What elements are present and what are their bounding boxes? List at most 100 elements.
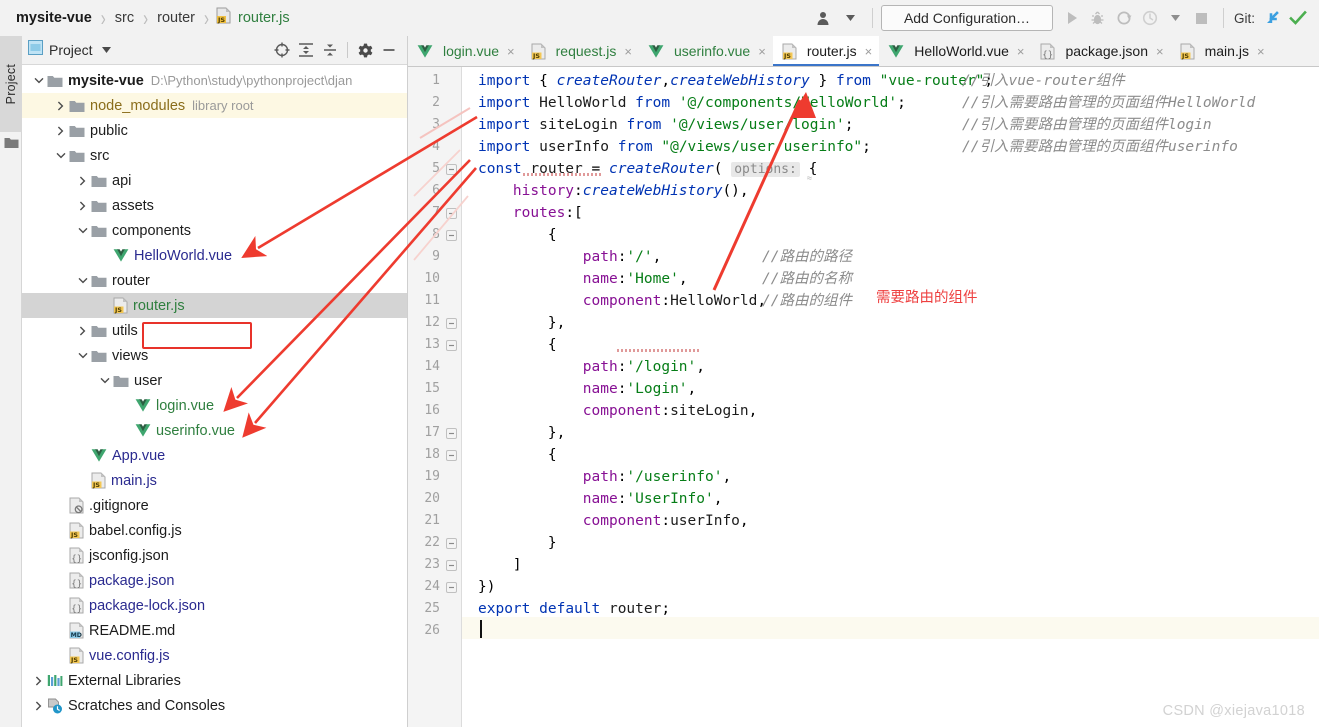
chevron-down-icon[interactable] bbox=[1163, 5, 1189, 31]
code-fold-toggle[interactable] bbox=[446, 450, 457, 461]
locate-target-icon[interactable] bbox=[270, 38, 294, 62]
breadcrumb-file[interactable]: router.js bbox=[236, 10, 292, 26]
code-fold-toggle[interactable] bbox=[446, 340, 457, 351]
close-icon[interactable]: × bbox=[1257, 44, 1265, 59]
run-with-coverage-icon[interactable] bbox=[1111, 5, 1137, 31]
debug-icon[interactable] bbox=[1085, 5, 1111, 31]
editor-tab-login-vue[interactable]: login.vue × bbox=[408, 36, 522, 66]
editor-code-area[interactable]: import { createRouter,createWebHistory }… bbox=[462, 67, 1319, 727]
chevron-right-icon[interactable] bbox=[76, 324, 89, 337]
editor-tab-userinfo-vue[interactable]: userinfo.vue × bbox=[639, 36, 773, 66]
tree-item-helloworld-vue[interactable]: HelloWorld.vue bbox=[22, 243, 407, 268]
user-profile-icon[interactable] bbox=[812, 5, 838, 31]
chevron-down-icon[interactable] bbox=[76, 274, 89, 287]
editor-gutter[interactable]: 1 2 3 4 5 6 7 8 9 10 11 12 13 14 15 16 17 18 19 20 21 22 23 24 2… bbox=[408, 67, 462, 727]
tree-item-login-vue[interactable]: login.vue bbox=[22, 393, 407, 418]
tree-item-public[interactable]: public bbox=[22, 118, 407, 143]
js-file-icon: JS bbox=[1180, 43, 1195, 60]
tree-item-external-libraries[interactable]: External Libraries bbox=[22, 668, 407, 693]
expand-all-icon[interactable] bbox=[294, 38, 318, 62]
editor-tab-request-js[interactable]: JS request.js × bbox=[522, 36, 639, 66]
chevron-right-icon[interactable] bbox=[32, 674, 45, 687]
tree-item-package-json[interactable]: {} package.json bbox=[22, 568, 407, 593]
profile-icon[interactable] bbox=[1137, 5, 1163, 31]
tree-item-router[interactable]: router bbox=[22, 268, 407, 293]
tree-item-babel-config-js[interactable]: JS babel.config.js bbox=[22, 518, 407, 543]
close-icon[interactable]: × bbox=[624, 44, 632, 59]
tree-item-user[interactable]: user bbox=[22, 368, 407, 393]
breadcrumb-project[interactable]: mysite-vue bbox=[14, 10, 94, 26]
tree-item-label: assets bbox=[112, 197, 154, 214]
line-number: 4 bbox=[432, 139, 440, 154]
editor-tab-router-js[interactable]: JS router.js × bbox=[772, 36, 880, 66]
chevron-right-icon[interactable] bbox=[76, 199, 89, 212]
tree-item-app-vue[interactable]: App.vue bbox=[22, 443, 407, 468]
tree-item-readme-md[interactable]: MD README.md bbox=[22, 618, 407, 643]
close-icon[interactable]: × bbox=[758, 44, 766, 59]
close-icon[interactable]: × bbox=[1156, 44, 1164, 59]
tree-item-mysite-vue[interactable]: mysite-vue D:\Python\study\pythonproject\… bbox=[22, 68, 407, 93]
hide-minus-icon[interactable] bbox=[377, 38, 401, 62]
tool-window-button-project[interactable]: Project bbox=[0, 36, 22, 132]
editor-tab-main-js[interactable]: JS main.js × bbox=[1171, 36, 1272, 66]
tree-item-src[interactable]: src bbox=[22, 143, 407, 168]
tree-item-package-lock-json[interactable]: {} package-lock.json bbox=[22, 593, 407, 618]
close-icon[interactable]: × bbox=[865, 44, 873, 59]
chevron-down-icon[interactable] bbox=[98, 374, 111, 387]
code-fold-toggle[interactable] bbox=[446, 164, 457, 175]
tree-item-main-js[interactable]: JS main.js bbox=[22, 468, 407, 493]
tree-item-scratches-and-consoles[interactable]: Scratches and Consoles bbox=[22, 693, 407, 718]
tree-item-utils[interactable]: utils bbox=[22, 318, 407, 343]
git-update-project-icon[interactable] bbox=[1259, 5, 1285, 31]
tree-item-label: main.js bbox=[111, 472, 157, 489]
git-commit-icon[interactable] bbox=[1285, 5, 1311, 31]
line-number: 6 bbox=[432, 183, 440, 198]
line-number: 22 bbox=[424, 535, 440, 550]
chevron-right-icon[interactable] bbox=[76, 174, 89, 187]
svg-text:{}: {} bbox=[1043, 50, 1054, 59]
tree-item-views[interactable]: views bbox=[22, 343, 407, 368]
code-fold-toggle[interactable] bbox=[446, 208, 457, 219]
tree-item--gitignore[interactable]: .gitignore bbox=[22, 493, 407, 518]
run-icon[interactable] bbox=[1059, 5, 1085, 31]
code-fold-toggle[interactable] bbox=[446, 230, 457, 241]
chevron-down-icon[interactable] bbox=[76, 224, 89, 237]
editor-tab-package-json[interactable]: {} package.json × bbox=[1031, 36, 1170, 66]
breadcrumb-item-router[interactable]: router bbox=[155, 10, 197, 26]
tree-item-userinfo-vue[interactable]: userinfo.vue bbox=[22, 418, 407, 443]
close-icon[interactable]: × bbox=[507, 44, 515, 59]
close-icon[interactable]: × bbox=[1017, 44, 1025, 59]
code-fold-toggle[interactable] bbox=[446, 582, 457, 593]
tree-item-api[interactable]: api bbox=[22, 168, 407, 193]
collapse-all-icon[interactable] bbox=[318, 38, 342, 62]
tree-item-vue-config-js[interactable]: JS vue.config.js bbox=[22, 643, 407, 668]
tree-item-label: babel.config.js bbox=[89, 522, 182, 539]
code-fold-toggle[interactable] bbox=[446, 538, 457, 549]
chevron-down-icon[interactable] bbox=[76, 349, 89, 362]
editor-tab-label: login.vue bbox=[443, 43, 500, 59]
tree-item-jsconfig-json[interactable]: {} jsconfig.json bbox=[22, 543, 407, 568]
chevron-down-icon[interactable] bbox=[32, 74, 45, 87]
tree-item-components[interactable]: components bbox=[22, 218, 407, 243]
add-configuration-button[interactable]: Add Configuration… bbox=[880, 5, 1053, 31]
breadcrumb-item-src[interactable]: src bbox=[113, 10, 136, 26]
stop-icon[interactable] bbox=[1189, 5, 1215, 31]
code-fold-toggle[interactable] bbox=[446, 428, 457, 439]
chevron-right-icon[interactable] bbox=[32, 699, 45, 712]
code-editor[interactable]: 1 2 3 4 5 6 7 8 9 10 11 12 13 14 15 16 17 18 19 20 21 22 23 24 2… bbox=[408, 67, 1319, 727]
editor-tab-helloworld-vue[interactable]: HelloWorld.vue × bbox=[879, 36, 1031, 66]
chevron-down-icon[interactable] bbox=[101, 45, 111, 55]
chevron-down-icon[interactable] bbox=[838, 5, 864, 31]
code-line: path:'/userinfo', bbox=[582, 469, 732, 485]
tree-item-router-js[interactable]: JS router.js bbox=[22, 293, 407, 318]
settings-gear-icon[interactable] bbox=[353, 38, 377, 62]
json-file-icon: {} bbox=[69, 572, 84, 589]
chevron-right-icon[interactable] bbox=[54, 99, 67, 112]
tree-item-label: public bbox=[90, 122, 128, 139]
code-fold-toggle[interactable] bbox=[446, 318, 457, 329]
tree-item-node-modules[interactable]: node_modules library root bbox=[22, 93, 407, 118]
code-fold-toggle[interactable] bbox=[446, 560, 457, 571]
chevron-down-icon[interactable] bbox=[54, 149, 67, 162]
tree-item-assets[interactable]: assets bbox=[22, 193, 407, 218]
chevron-right-icon[interactable] bbox=[54, 124, 67, 137]
